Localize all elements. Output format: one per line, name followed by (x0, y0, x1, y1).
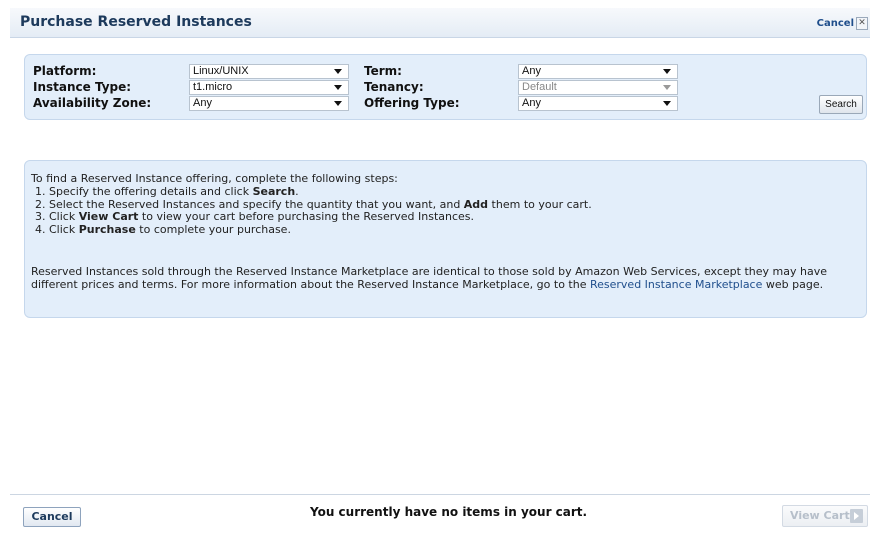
marketplace-note: Reserved Instances sold through the Rese… (31, 265, 827, 291)
steps-list: 1. Specify the offering details and clic… (35, 185, 592, 236)
marketplace-link[interactable]: Reserved Instance Marketplace (590, 278, 762, 291)
arrow-right-icon (850, 509, 863, 523)
tenancy-label: Tenancy: (364, 80, 424, 94)
term-value: Any (522, 65, 541, 77)
chevron-down-icon (334, 85, 342, 90)
platform-select[interactable]: Linux/UNIX (189, 64, 349, 79)
instance-type-value: t1.micro (193, 81, 233, 93)
close-icon[interactable]: ✕ (856, 17, 868, 30)
step-item: 4. Click Purchase to complete your purch… (35, 222, 291, 236)
instructions-intro: To find a Reserved Instance offering, co… (31, 172, 398, 185)
chevron-down-icon (663, 69, 671, 74)
term-select[interactable]: Any (518, 64, 678, 79)
dialog-footer: Cancel You currently have no items in yo… (10, 494, 870, 541)
tenancy-select: Default (518, 80, 678, 95)
dialog-title: Purchase Reserved Instances (20, 14, 252, 30)
chevron-down-icon (663, 85, 671, 90)
platform-value: Linux/UNIX (193, 65, 249, 77)
cart-status-message: You currently have no items in your cart… (310, 505, 588, 519)
availability-zone-select[interactable]: Any (189, 96, 349, 111)
dialog-header: Purchase Reserved Instances Cancel ✕ (10, 8, 870, 38)
chevron-down-icon (663, 101, 671, 106)
view-cart-label: View Cart (790, 509, 850, 522)
term-label: Term: (364, 64, 402, 78)
instance-type-select[interactable]: t1.micro (189, 80, 349, 95)
instructions-panel: To find a Reserved Instance offering, co… (24, 160, 867, 318)
chevron-down-icon (334, 101, 342, 106)
purchase-reserved-instances-dialog: Purchase Reserved Instances Cancel ✕ Pla… (10, 0, 870, 541)
offering-type-value: Any (522, 97, 541, 109)
cancel-button[interactable]: Cancel (23, 507, 81, 527)
search-criteria-panel: Platform: Linux/UNIX Instance Type: t1.m… (24, 54, 867, 120)
availability-zone-value: Any (193, 97, 212, 109)
view-cart-button: View Cart (782, 505, 868, 527)
search-button[interactable]: Search (819, 95, 863, 114)
tenancy-value: Default (522, 81, 557, 93)
instance-type-label: Instance Type: (33, 80, 132, 94)
offering-type-select[interactable]: Any (518, 96, 678, 111)
platform-label: Platform: (33, 64, 97, 78)
availability-zone-label: Availability Zone: (33, 96, 152, 110)
offering-type-label: Offering Type: (364, 96, 460, 110)
header-cancel-link[interactable]: Cancel (817, 18, 854, 29)
chevron-down-icon (334, 69, 342, 74)
